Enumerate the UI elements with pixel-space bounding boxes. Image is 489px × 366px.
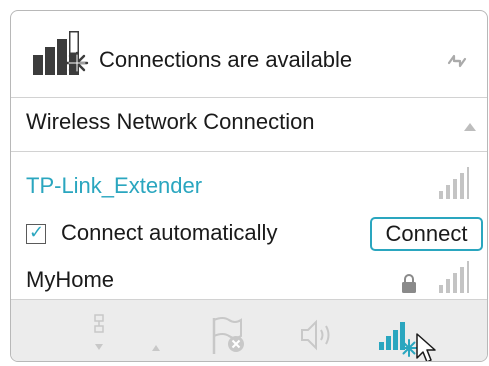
collapse-caret-icon[interactable]	[463, 122, 477, 132]
wifi-signal-icon	[439, 261, 469, 293]
action-center-flag-icon[interactable]	[211, 316, 247, 356]
connection-status-title: Connections are available	[99, 47, 353, 72]
wifi-signal-icon	[439, 167, 469, 199]
refresh-icon[interactable]	[445, 51, 469, 71]
header-divider	[11, 97, 487, 98]
network-flyout: Connections are available Wireless Netwo…	[10, 10, 488, 362]
show-hidden-icons-caret[interactable]	[151, 344, 161, 352]
network-available-icon	[33, 31, 89, 75]
network-item-myhome[interactable]: MyHome	[26, 267, 114, 293]
network-item-tp-link-extender[interactable]: TP-Link_Extender	[26, 173, 202, 199]
connect-automatically-row: ✓ Connect automatically Connect	[26, 217, 486, 251]
network-cable-icon[interactable]	[89, 314, 109, 352]
checkmark-icon: ✓	[29, 222, 45, 243]
connect-automatically-label: Connect automatically	[61, 220, 278, 245]
mouse-cursor-icon	[416, 333, 436, 361]
connect-button[interactable]: Connect	[370, 217, 483, 251]
volume-icon[interactable]	[299, 318, 339, 352]
flyout-header: Connections are available	[11, 11, 487, 97]
section-title: Wireless Network Connection	[26, 109, 315, 134]
network-tray-icon[interactable]	[379, 312, 451, 362]
connect-automatically-checkbox[interactable]: ✓	[26, 222, 46, 244]
section-divider	[11, 151, 487, 152]
lock-icon	[402, 274, 416, 293]
taskbar-tray	[11, 299, 487, 362]
